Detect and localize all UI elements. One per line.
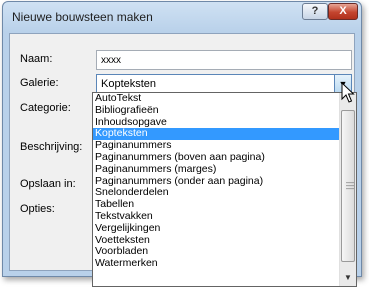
opslaan-label: Opslaan in:: [20, 178, 76, 190]
help-button[interactable]: ?: [302, 3, 328, 20]
mouse-cursor-icon: [341, 82, 355, 103]
galerie-label: Galerie:: [20, 77, 59, 89]
opties-label: Opties:: [20, 203, 55, 215]
dialog-title: Nieuwe bouwsteen maken: [12, 10, 153, 24]
title-bar[interactable]: Nieuwe bouwsteen maken ? X: [3, 2, 361, 32]
dropdown-items: AutoTekst Bibliografieën Inhoudsopgave Kopt…: [93, 93, 356, 270]
dropdown-item[interactable]: Watermerken: [93, 257, 356, 270]
dropdown-item[interactable]: Bibliografieën: [93, 104, 356, 117]
scrollbar-thumb[interactable]: — — —: [341, 110, 355, 262]
scroll-down-icon[interactable]: ▼: [340, 269, 356, 286]
dropdown-item[interactable]: Tekstvakken: [93, 210, 356, 223]
categorie-label: Categorie:: [20, 102, 71, 114]
beschrijving-label: Beschrijving:: [20, 141, 83, 153]
galerie-value: Kopteksten: [101, 78, 157, 90]
galerie-dropdown-list[interactable]: AutoTekst Bibliografieën Inhoudsopgave Kopt…: [92, 92, 357, 287]
naam-input[interactable]: xxxx: [96, 50, 352, 70]
close-button[interactable]: X: [328, 3, 358, 20]
galerie-combobox[interactable]: Kopteksten ▼: [96, 74, 352, 94]
close-icon: X: [339, 5, 347, 17]
dropdown-scrollbar[interactable]: — — — ▼: [339, 93, 356, 286]
grip-icon: — — —: [346, 178, 354, 193]
dropdown-item[interactable]: Paginanummers (boven aan pagina): [93, 151, 356, 164]
dropdown-item[interactable]: Paginanummers (marges): [93, 163, 356, 176]
dropdown-item[interactable]: Vergelijkingen: [93, 222, 356, 235]
help-icon: ?: [311, 5, 319, 17]
naam-label: Naam:: [20, 53, 53, 65]
